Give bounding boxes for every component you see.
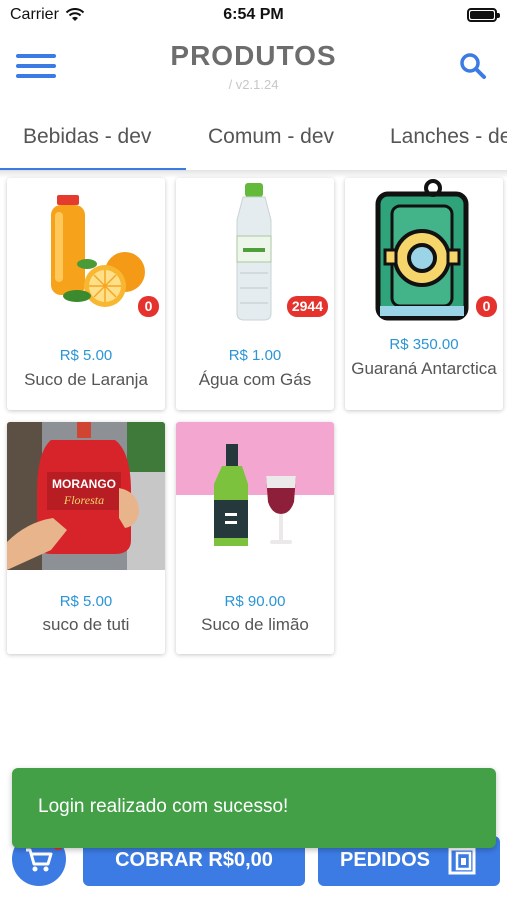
charge-button-label: COBRAR R$0,00 [115,849,273,871]
product-image-strawberry-juice-photo: MORANGO Floresta [7,422,165,570]
search-icon [460,53,486,79]
success-toast: Login realizado com sucesso! [12,768,496,848]
product-image-wine-bottle-glass [176,422,334,570]
product-name: Suco de Laranja [24,370,148,389]
app-header: PRODUTOS / v2.1.24 [0,30,507,110]
status-bar: Carrier 6:54 PM [0,0,507,30]
category-tabs: Bebidas - dev Comum - dev Lanches - dev [0,110,507,172]
product-card[interactable]: MORANGO Floresta R$ 5.00 suco de tuti [7,422,165,654]
product-price: R$ 1.00 [228,347,282,364]
battery-icon [467,8,500,22]
tab-lanches[interactable]: Lanches - dev [390,125,507,149]
stock-badge: 2944 [286,296,328,317]
product-name: Suco de limão [201,615,309,634]
product-price: R$ 350.00 [389,336,459,353]
toast-message: Login realizado com sucesso! [38,796,289,817]
search-button[interactable] [457,50,491,84]
status-time: 6:54 PM [223,6,284,23]
tab-bebidas[interactable]: Bebidas - dev [23,125,151,149]
tab-comum[interactable]: Comum - dev [208,125,334,149]
product-price: R$ 5.00 [59,347,113,364]
product-card[interactable]: 0 R$ 5.00 Suco de Laranja [7,178,165,410]
stock-badge: 0 [476,296,497,317]
product-card[interactable]: 0 R$ 350.00 Guaraná Antarctica [345,178,503,410]
photo-brand-text: MORANGO [52,477,116,491]
orders-button-label: PEDIDOS [340,849,431,871]
orders-icon [448,847,476,875]
product-name: Água com Gás [198,370,312,389]
product-name: Guaraná Antarctica [351,359,497,378]
product-name: suco de tuti [42,615,130,634]
product-card[interactable]: R$ 90.00 Suco de limão [176,422,334,654]
product-card[interactable]: 2944 R$ 1.00 Água com Gás [176,178,334,410]
page-title: PRODUTOS [170,40,337,71]
stock-badge: 0 [138,296,159,317]
product-price: R$ 5.00 [59,593,113,610]
svg-text:Floresta: Floresta [63,493,104,507]
tabs-divider [0,170,507,178]
product-price: R$ 90.00 [224,593,286,610]
app-version: / v2.1.24 [228,77,279,92]
